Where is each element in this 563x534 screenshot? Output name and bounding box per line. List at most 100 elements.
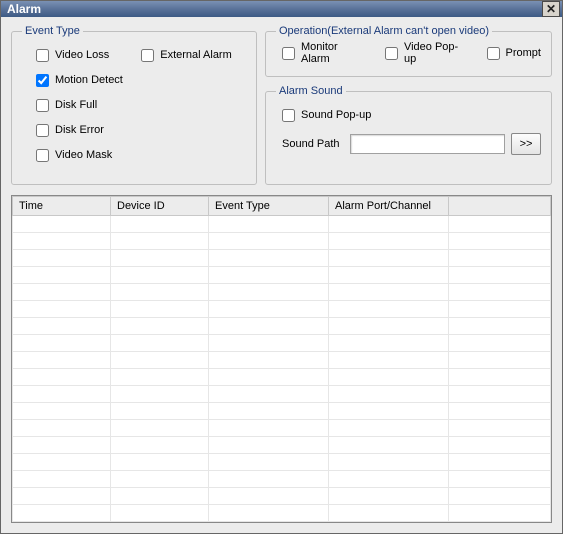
sound-popup-label: Sound Pop-up — [301, 109, 371, 121]
table-row[interactable] — [13, 335, 551, 352]
monitor-alarm-label: Monitor Alarm — [301, 41, 367, 65]
table-cell — [111, 284, 209, 301]
table-row[interactable] — [13, 386, 551, 403]
motion-detect-option[interactable]: Motion Detect — [36, 72, 246, 88]
table-cell — [329, 301, 449, 318]
video-loss-checkbox[interactable] — [36, 49, 49, 62]
table-cell — [209, 318, 329, 335]
table-cell — [13, 420, 111, 437]
disk-error-checkbox[interactable] — [36, 124, 49, 137]
event-type-legend: Event Type — [22, 25, 83, 37]
column-header[interactable] — [449, 197, 551, 216]
table-cell — [449, 284, 551, 301]
video-loss-option[interactable]: Video Loss — [36, 47, 109, 63]
table-row[interactable] — [13, 301, 551, 318]
table-row[interactable] — [13, 454, 551, 471]
table-cell — [111, 318, 209, 335]
table-cell — [449, 250, 551, 267]
video-mask-checkbox[interactable] — [36, 149, 49, 162]
disk-full-checkbox[interactable] — [36, 99, 49, 112]
table-cell — [209, 471, 329, 488]
table-cell — [449, 352, 551, 369]
table-row[interactable] — [13, 284, 551, 301]
table-cell — [209, 437, 329, 454]
table-cell — [449, 403, 551, 420]
table-row[interactable] — [13, 488, 551, 505]
alarm-table-head: TimeDevice IDEvent TypeAlarm Port/Channe… — [13, 197, 551, 216]
table-cell — [209, 505, 329, 522]
operation-options: Monitor Alarm Video Pop-up Prompt — [276, 45, 541, 61]
table-cell — [13, 216, 111, 233]
table-row[interactable] — [13, 437, 551, 454]
external-alarm-checkbox[interactable] — [141, 49, 154, 62]
table-row[interactable] — [13, 216, 551, 233]
table-cell — [111, 301, 209, 318]
browse-button[interactable]: >> — [511, 133, 541, 155]
table-cell — [209, 301, 329, 318]
table-cell — [209, 386, 329, 403]
column-header[interactable]: Alarm Port/Channel — [329, 197, 449, 216]
table-row[interactable] — [13, 250, 551, 267]
table-cell — [449, 301, 551, 318]
sound-popup-option[interactable]: Sound Pop-up — [282, 107, 541, 123]
external-alarm-label: External Alarm — [160, 49, 232, 61]
disk-error-option[interactable]: Disk Error — [36, 122, 246, 138]
table-cell — [111, 505, 209, 522]
table-cell — [13, 505, 111, 522]
table-cell — [329, 386, 449, 403]
table-row[interactable] — [13, 352, 551, 369]
table-cell — [111, 488, 209, 505]
table-cell — [13, 233, 111, 250]
table-row[interactable] — [13, 369, 551, 386]
monitor-alarm-option[interactable]: Monitor Alarm — [282, 45, 367, 61]
table-cell — [449, 233, 551, 250]
sound-path-input[interactable] — [350, 134, 505, 154]
table-row[interactable] — [13, 471, 551, 488]
table-row[interactable] — [13, 420, 551, 437]
table-row[interactable] — [13, 403, 551, 420]
video-popup-checkbox[interactable] — [385, 47, 398, 60]
table-row[interactable] — [13, 233, 551, 250]
external-alarm-option[interactable]: External Alarm — [141, 47, 232, 63]
monitor-alarm-checkbox[interactable] — [282, 47, 295, 60]
alarm-table-wrap: TimeDevice IDEvent TypeAlarm Port/Channe… — [11, 195, 552, 523]
sound-popup-checkbox[interactable] — [282, 109, 295, 122]
table-row[interactable] — [13, 505, 551, 522]
table-cell — [329, 250, 449, 267]
table-cell — [449, 318, 551, 335]
video-popup-option[interactable]: Video Pop-up — [385, 45, 469, 61]
table-cell — [209, 250, 329, 267]
video-loss-label: Video Loss — [55, 49, 109, 61]
alarm-sound-legend: Alarm Sound — [276, 85, 346, 97]
table-cell — [13, 403, 111, 420]
table-cell — [329, 216, 449, 233]
disk-full-option[interactable]: Disk Full — [36, 97, 246, 113]
table-cell — [329, 488, 449, 505]
table-cell — [111, 267, 209, 284]
table-cell — [111, 471, 209, 488]
prompt-checkbox[interactable] — [487, 47, 500, 60]
table-cell — [329, 267, 449, 284]
close-button[interactable]: ✕ — [542, 1, 560, 17]
table-cell — [111, 216, 209, 233]
titlebar: Alarm ✕ — [1, 1, 562, 17]
column-header[interactable]: Device ID — [111, 197, 209, 216]
column-header[interactable]: Time — [13, 197, 111, 216]
table-cell — [13, 267, 111, 284]
column-header[interactable]: Event Type — [209, 197, 329, 216]
prompt-option[interactable]: Prompt — [487, 45, 541, 61]
table-cell — [329, 454, 449, 471]
table-cell — [13, 301, 111, 318]
table-cell — [329, 284, 449, 301]
table-cell — [13, 488, 111, 505]
motion-detect-checkbox[interactable] — [36, 74, 49, 87]
top-panels: Event Type Video Loss External Alarm — [11, 25, 552, 185]
table-row[interactable] — [13, 267, 551, 284]
video-mask-option[interactable]: Video Mask — [36, 147, 246, 163]
table-cell — [209, 267, 329, 284]
table-cell — [329, 369, 449, 386]
table-cell — [111, 386, 209, 403]
table-cell — [209, 233, 329, 250]
table-cell — [449, 335, 551, 352]
table-row[interactable] — [13, 318, 551, 335]
